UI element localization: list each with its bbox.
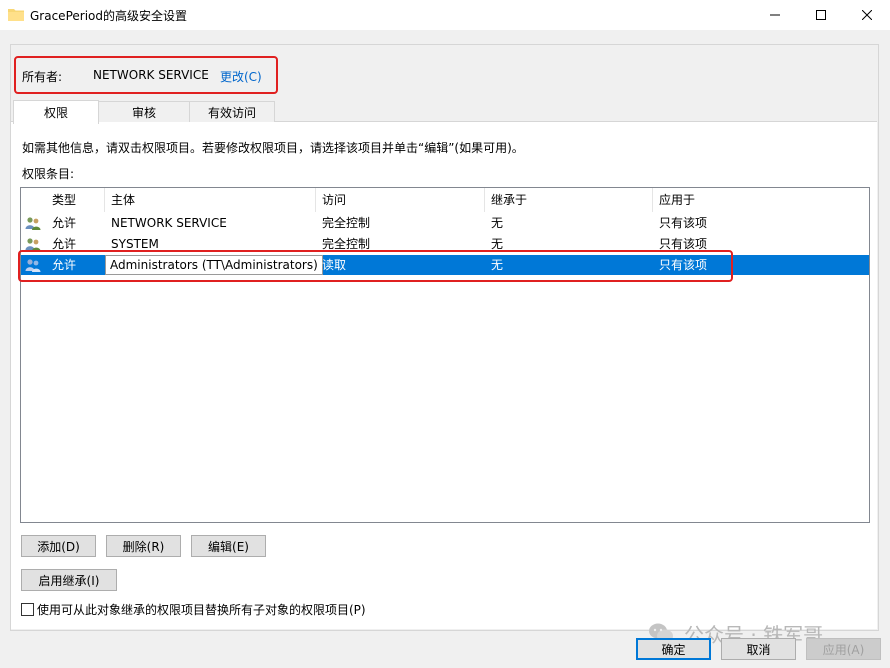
close-button[interactable]: [844, 0, 890, 30]
replace-child-permissions-checkbox[interactable]: [21, 603, 34, 616]
minimize-icon: [770, 14, 780, 16]
owner-value: NETWORK SERVICE: [93, 68, 209, 82]
row-inherited-from: 无: [491, 216, 504, 230]
enable-inheritance-button[interactable]: 启用继承(I): [21, 569, 117, 591]
users-icon: [25, 238, 41, 251]
add-button[interactable]: 添加(D): [21, 535, 96, 557]
row-applies-to: 只有该项: [659, 258, 708, 272]
column-header-type[interactable]: 类型: [46, 188, 105, 212]
tab-label: 有效访问: [207, 106, 256, 120]
row-principal: Administrators (TT\Administrators): [105, 255, 323, 275]
row-type: 允许: [52, 237, 77, 251]
minimize-button[interactable]: [752, 0, 798, 30]
row-applies-to: 只有该项: [659, 237, 708, 251]
tab-label: 审核: [131, 106, 156, 120]
row-principal: SYSTEM: [111, 237, 159, 251]
row-type: 允许: [52, 258, 77, 272]
cancel-button[interactable]: 取消: [721, 638, 796, 660]
info-text: 如需其他信息，请双击权限项目。若要修改权限项目，请选择该项目并单击“编辑”(如果…: [22, 141, 524, 155]
owner-label: 所有者:: [22, 70, 63, 84]
window-title: GracePeriod的高级安全设置: [30, 9, 187, 23]
row-principal: NETWORK SERVICE: [111, 216, 227, 230]
folder-icon: [8, 9, 24, 21]
apply-button[interactable]: 应用(A): [806, 638, 881, 660]
ok-button[interactable]: 确定: [636, 638, 711, 660]
tab-permissions[interactable]: 权限: [13, 100, 99, 124]
tab-auditing[interactable]: 审核: [98, 101, 190, 123]
permission-entries-label: 权限条目:: [22, 167, 75, 181]
row-inherited-from: 无: [491, 258, 504, 272]
title-bar: GracePeriod的高级安全设置: [0, 0, 890, 30]
close-icon: [862, 10, 872, 20]
row-access: 完全控制: [322, 216, 371, 230]
column-header-access[interactable]: 访问: [316, 188, 485, 212]
row-access: 完全控制: [322, 237, 371, 251]
table-row[interactable]: 允许 SYSTEM 完全控制 无 只有该项: [21, 234, 869, 254]
row-applies-to: 只有该项: [659, 216, 708, 230]
tab-label: 权限: [43, 106, 68, 120]
change-owner-link[interactable]: 更改(C): [220, 68, 262, 85]
table-row-selected[interactable]: 允许 Administrators (TT\Administrators) 读取…: [21, 255, 869, 275]
table-row[interactable]: 允许 NETWORK SERVICE 完全控制 无 只有该项: [21, 213, 869, 233]
column-header-principal[interactable]: 主体: [105, 188, 316, 212]
tab-effective-access[interactable]: 有效访问: [189, 101, 275, 123]
maximize-button[interactable]: [798, 0, 844, 30]
edit-button[interactable]: 编辑(E): [191, 535, 266, 557]
users-icon: [25, 259, 41, 272]
remove-button[interactable]: 删除(R): [106, 535, 181, 557]
permission-entries-list[interactable]: 类型 主体 访问 继承于 应用于 允许 NETWORK SERVICE 完全控制…: [20, 187, 870, 523]
row-access: 读取: [322, 258, 347, 272]
column-header-applies-to[interactable]: 应用于: [653, 188, 867, 212]
row-type: 允许: [52, 216, 77, 230]
maximize-icon: [816, 10, 826, 20]
row-inherited-from: 无: [491, 237, 504, 251]
column-header-inherited-from[interactable]: 继承于: [485, 188, 653, 212]
replace-child-permissions-label[interactable]: 使用可从此对象继承的权限项目替换所有子对象的权限项目(P): [37, 601, 366, 618]
users-icon: [25, 217, 41, 230]
